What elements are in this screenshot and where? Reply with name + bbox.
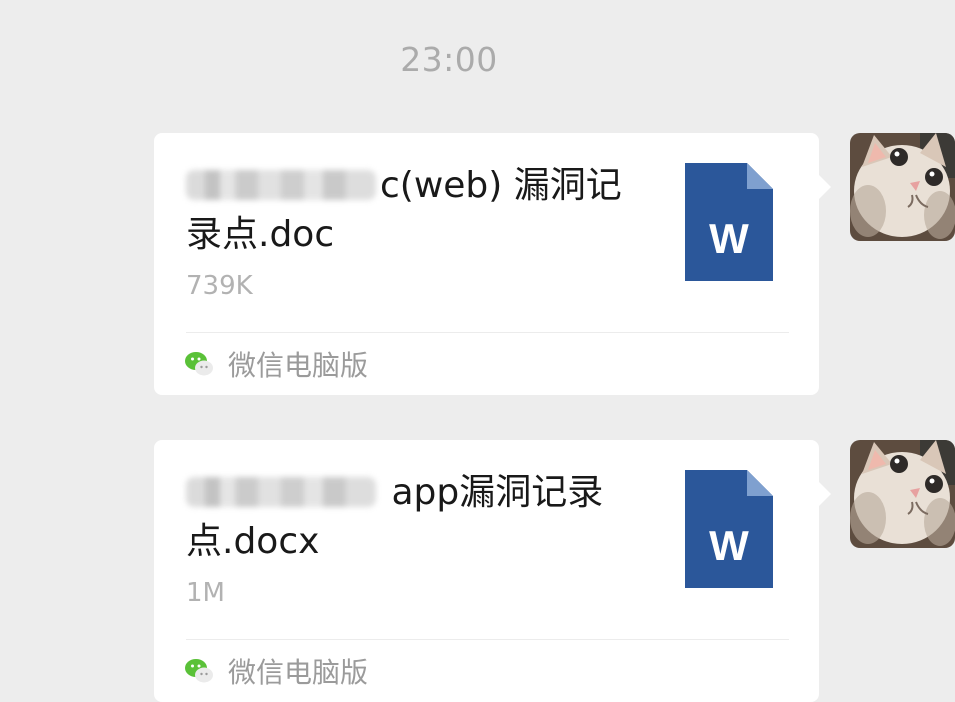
wechat-icon: [185, 352, 213, 376]
source-label: 微信电脑版: [228, 349, 369, 382]
file-size: 1M: [186, 578, 225, 608]
file-message[interactable]: app漏洞记录点.docx 1M W 微信电脑版: [154, 440, 831, 702]
redacted-text: [186, 477, 376, 507]
wechat-icon: [185, 659, 213, 683]
source-row: 微信电脑版: [184, 344, 368, 384]
word-icon-letter: W: [709, 215, 749, 262]
word-document-icon: W: [685, 163, 773, 281]
redacted-text: [186, 170, 376, 200]
card-divider: [186, 332, 789, 333]
card-divider: [186, 639, 789, 640]
file-size: 739K: [186, 271, 253, 301]
cat-avatar-image: [850, 133, 955, 241]
avatar[interactable]: [850, 440, 955, 548]
file-card[interactable]: c(web) 漏洞记录点.doc 739K W 微信电脑版: [154, 133, 819, 395]
source-row: 微信电脑版: [184, 651, 368, 691]
file-message[interactable]: c(web) 漏洞记录点.doc 739K W 微信电脑版: [154, 133, 831, 395]
bubble-tail: [819, 175, 831, 199]
cat-avatar-image: [850, 440, 955, 548]
source-label: 微信电脑版: [228, 656, 369, 689]
avatar[interactable]: [850, 133, 955, 241]
bubble-tail: [819, 482, 831, 506]
file-name: app漏洞记录点.docx: [186, 468, 646, 566]
word-document-icon: W: [685, 470, 773, 588]
file-name: c(web) 漏洞记录点.doc: [186, 161, 646, 259]
chat-timestamp: 23:00: [400, 40, 498, 79]
file-card[interactable]: app漏洞记录点.docx 1M W 微信电脑版: [154, 440, 819, 702]
word-icon-letter: W: [709, 522, 749, 569]
